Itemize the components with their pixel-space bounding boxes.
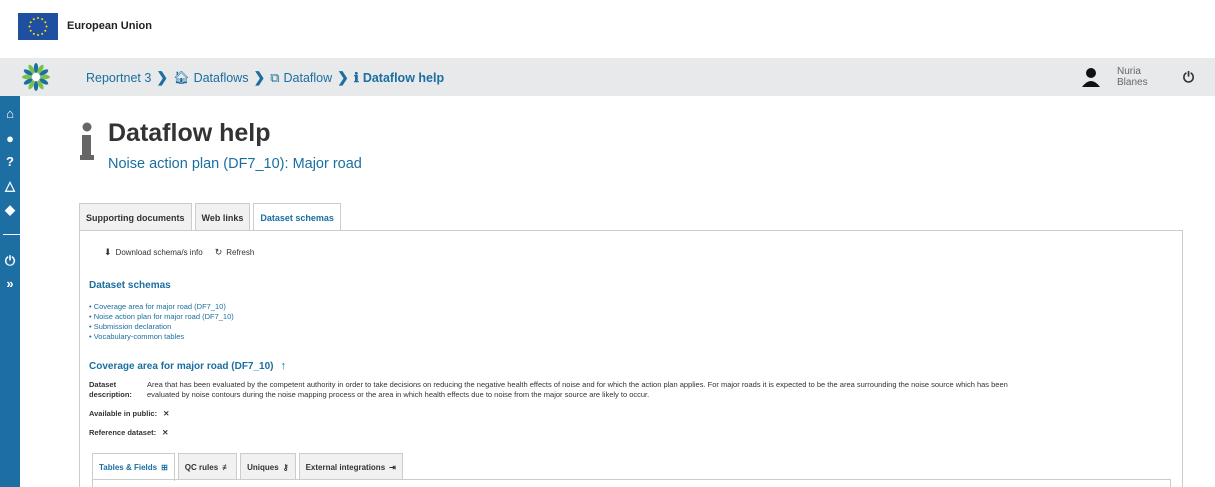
subtab-label: Uniques [247,462,279,472]
download-icon: ⬇ [104,247,112,257]
schema-list: • Coverage area for major road (DF7_10) … [89,302,234,342]
expand-icon[interactable]: » [0,276,20,291]
subtab-label: Tables & Fields [99,463,158,472]
tab-supporting-documents[interactable]: Supporting documents [79,203,192,231]
user-icon[interactable] [1082,67,1100,87]
close-icon: ✕ [162,428,169,437]
close-icon: ✕ [163,409,170,418]
description-line: evaluated by noise contours during the n… [147,390,650,399]
schema-link[interactable]: • Noise action plan for major road (DF7_… [89,312,234,322]
help-circle-icon[interactable]: ? [0,154,20,169]
reference-label: Reference dataset: [89,428,157,437]
home-icon[interactable]: ⌂ [0,106,20,121]
schema-subtabs: Tables & Fields ⊞ QC rules ≢ Uniques ⚷ E… [92,453,406,481]
tab-web-links[interactable]: Web links [194,203,251,231]
info-icon [80,122,94,162]
bell-icon[interactable]: △ [0,178,20,194]
available-label: Available in public: [89,409,158,418]
download-schema-button[interactable]: ⬇ Download schema/s info [104,247,203,258]
description-label: Dataset description: [89,380,132,400]
available-in-public: Available in public: ✕ [89,409,169,418]
breadcrumb-label: Dataflows [193,70,249,85]
toolbar: ⬇ Download schema/s info ↻ Refresh [104,247,266,258]
user-last-name: Blanes [1117,77,1148,88]
reportnet-logo[interactable] [22,63,50,91]
chevron-right-icon: ❯ [337,69,349,85]
clone-icon: ⧉ [270,69,280,85]
breadcrumb-dataflows[interactable]: 🏠︎ Dataflows [173,70,248,86]
refresh-button[interactable]: ↻ Refresh [215,247,255,258]
eu-title: European Union [67,20,152,32]
chevron-right-icon: ❯ [253,69,266,85]
description-text: Area that has been evaluated by the comp… [147,380,1177,400]
table-icon: ⊞ [161,463,168,472]
coverage-title-text: Coverage area for major road (DF7_10) [89,360,274,372]
dataset-schemas-panel: ⬇ Download schema/s info ↻ Refresh Datas… [79,230,1183,487]
tab-qc-rules[interactable]: QC rules ≢ [177,453,238,480]
eu-header: European Union [0,0,1215,58]
subtab-panel [92,479,1171,487]
breadcrumb: Reportnet 3 ❯ 🏠︎ Dataflows ❯ ⧉ Dataflow … [86,69,444,86]
description-line: Area that has been evaluated by the comp… [147,380,1008,389]
page-subtitle: Noise action plan (DF7_10): Major road [108,156,362,172]
tab-tables-fields[interactable]: Tables & Fields ⊞ [92,453,175,481]
tab-external-integrations[interactable]: External integrations ⇥ [298,453,403,480]
subtab-label: QC rules [184,462,219,472]
user-name[interactable]: Nuria Blanes [1117,66,1148,88]
refresh-label: Refresh [226,248,255,257]
breadcrumb-label: Reportnet 3 [86,70,152,85]
breadcrumb-label: Dataflow [283,70,333,85]
download-label: Download schema/s info [115,248,203,257]
breadcrumb-label: Dataflow help [362,70,445,85]
arrow-up-icon[interactable]: ↑ [281,360,287,372]
chevron-right-icon: ❯ [156,69,169,85]
tab-dataset-schemas[interactable]: Dataset schemas [253,203,341,232]
schema-link[interactable]: • Vocabulary-common tables [89,332,234,342]
description-label-line: description: [89,390,132,399]
breadcrumb-reportnet[interactable]: Reportnet 3 [86,71,151,85]
list-check-icon: ≢ [222,462,231,472]
help-tabs: Supporting documents Web links Dataset s… [79,203,344,232]
reference-dataset: Reference dataset: ✕ [89,428,168,437]
breadcrumb-dataflow-help: ℹ Dataflow help [354,70,444,86]
sidebar-divider [3,234,33,235]
eu-flag-logo [18,13,58,40]
key-icon: ⚷ [282,462,289,472]
tab-uniques[interactable]: Uniques ⚷ [240,453,296,480]
refresh-icon: ↻ [214,247,223,257]
page-title: Dataflow help [108,119,271,147]
power-icon[interactable]: ⏻ [0,253,20,269]
comment-icon[interactable]: ◆ [0,202,20,218]
power-icon[interactable]: ⏻ [1183,69,1194,86]
subtab-label: External integrations [305,462,386,472]
sign-in-icon: ⇥ [389,462,396,472]
user-circle-icon[interactable]: ● [0,131,20,146]
info-icon: ℹ [353,69,359,85]
home-icon: 🏠︎ [173,69,190,85]
description-label-line: Dataset [89,380,117,389]
breadcrumb-dataflow[interactable]: ⧉ Dataflow [270,70,332,86]
schema-link[interactable]: • Submission declaration [89,322,234,332]
user-first-name: Nuria [1117,66,1141,77]
top-bar: Reportnet 3 ❯ 🏠︎ Dataflows ❯ ⧉ Dataflow … [0,58,1215,96]
coverage-section-title: Coverage area for major road (DF7_10) ↑ [89,360,286,372]
dataset-schemas-title: Dataset schemas [89,280,171,291]
left-sidebar: ⌂ ● ? △ ◆ ⏻ » [0,96,20,487]
schema-link[interactable]: • Coverage area for major road (DF7_10) [89,302,234,312]
